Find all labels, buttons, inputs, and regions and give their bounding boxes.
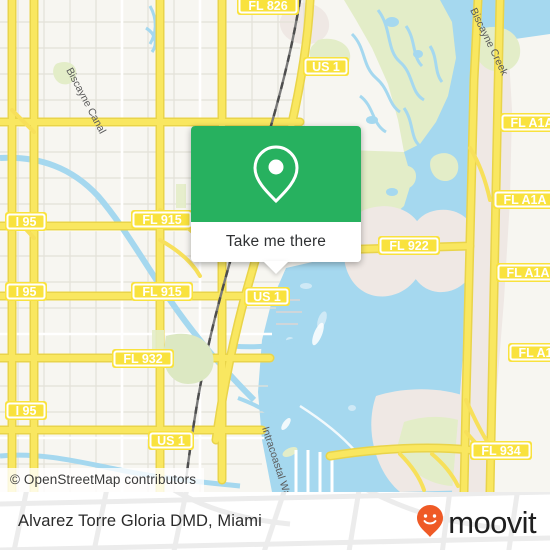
svg-text:FL 915: FL 915: [142, 213, 181, 227]
popup-pointer-tail: [263, 261, 289, 274]
shield-fl-922: FL 922: [378, 236, 440, 255]
map-screenshot-root: FL 826 US 1 FL A1A I 95 FL 915 FL A1A FL…: [0, 0, 550, 550]
shield-fl-a1a-1: FL A1A: [500, 113, 550, 132]
shield-fl-934: FL 934: [470, 441, 532, 460]
moovit-smiley-pin-icon: [417, 505, 444, 537]
shield-fl-a1a-2: FL A1A: [493, 190, 550, 209]
svg-text:FL 922: FL 922: [389, 239, 428, 253]
svg-text:US 1: US 1: [312, 60, 340, 74]
shield-fl-915-1: FL 915: [131, 210, 193, 229]
footer-bar: Alvarez Torre Gloria DMD, Miami moovit: [0, 492, 550, 550]
svg-text:FL 934: FL 934: [481, 444, 520, 458]
shield-us-1-top: US 1: [303, 57, 349, 76]
svg-text:FL 826: FL 826: [248, 0, 287, 13]
osm-attribution[interactable]: © OpenStreetMap contributors: [0, 468, 205, 492]
map-pin-icon: [253, 145, 299, 204]
svg-text:FL A1A: FL A1A: [503, 193, 546, 207]
shield-us-1-mid: US 1: [244, 287, 290, 306]
place-title: Alvarez Torre Gloria DMD, Miami: [18, 512, 262, 530]
shield-i-95-2: I 95: [5, 282, 47, 301]
shield-fl-a1a-4: FL A1A: [508, 343, 550, 362]
svg-text:US 1: US 1: [253, 290, 281, 304]
shield-fl-932: FL 932: [112, 349, 174, 368]
shield-fl-a1a-3: FL A1A: [496, 263, 550, 282]
svg-text:I 95: I 95: [16, 404, 37, 418]
shield-fl-915-2: FL 915: [131, 282, 193, 301]
svg-text:US 1: US 1: [157, 434, 185, 448]
svg-text:I 95: I 95: [16, 285, 37, 299]
svg-text:FL A1A: FL A1A: [510, 116, 550, 130]
svg-text:I 95: I 95: [16, 215, 37, 229]
shield-fl-826: FL 826: [237, 0, 299, 15]
svg-text:FL 932: FL 932: [123, 352, 162, 366]
moovit-brand[interactable]: moovit: [415, 492, 537, 550]
svg-text:FL 915: FL 915: [142, 285, 181, 299]
svg-text:FL A1A: FL A1A: [518, 346, 550, 360]
park-sliver-west: [176, 184, 186, 208]
moovit-wordmark: moovit: [448, 504, 536, 540]
popup-icon-area: [191, 126, 361, 222]
shield-i-95-3: I 95: [5, 401, 47, 420]
popup-cta-area[interactable]: Take me there: [191, 222, 361, 262]
take-me-there-label: Take me there: [225, 233, 327, 250]
shield-i-95-1: I 95: [5, 212, 47, 231]
destination-popup-card[interactable]: Take me there: [191, 126, 361, 274]
shield-us-1-bot: US 1: [148, 431, 194, 450]
svg-text:FL A1A: FL A1A: [506, 266, 549, 280]
